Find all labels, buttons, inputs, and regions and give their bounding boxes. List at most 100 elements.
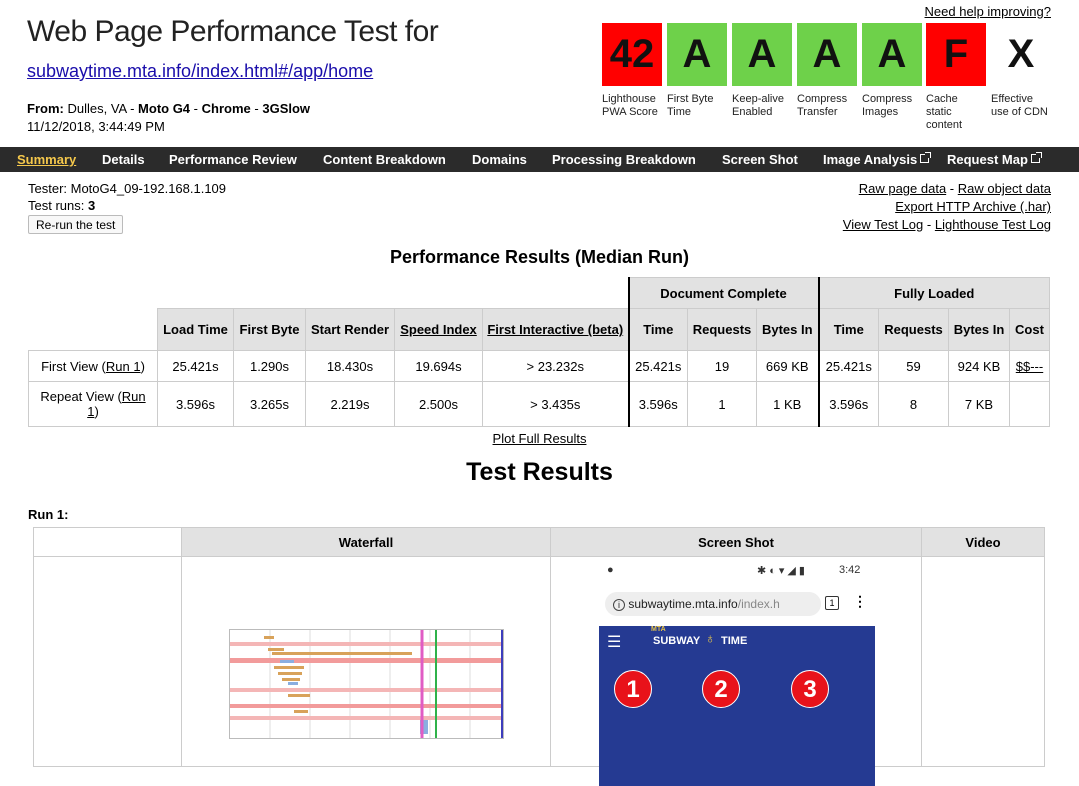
waterfall-thumbnail[interactable] (229, 629, 504, 739)
screenshot-thumbnail[interactable]: ● ✱◐▾◢▮ 3:42 i subwaytime.mta.info/index… (599, 558, 875, 786)
col-cost: Cost (1009, 308, 1050, 351)
tab-processing-breakdown[interactable]: Processing Breakdown (552, 147, 696, 172)
plot-full-results-link[interactable]: Plot Full Results (493, 431, 587, 446)
line-2-button: 2 (702, 670, 740, 708)
first-interactive-link[interactable]: First Interactive (beta) (487, 322, 623, 337)
tab-request-map-wrap[interactable]: Request Map (947, 147, 1042, 172)
performance-results-heading: Performance Results (Median Run) (389, 247, 690, 267)
col-load-time: Load Time (157, 308, 234, 351)
cell-full-requests: 59 (878, 350, 949, 382)
grade-box: X (991, 23, 1051, 86)
tab-request-map[interactable]: Request Map (947, 152, 1028, 167)
tab-summary[interactable]: Summary (17, 147, 76, 172)
grade-compress-images[interactable]: A Compress Images (862, 23, 922, 119)
tested-url-link[interactable]: subwaytime.mta.info/index.html#/app/home (27, 61, 373, 82)
run-number-column (33, 527, 182, 767)
phone-url-main: subwaytime.mta.info (628, 597, 738, 611)
grade-box: 42 (602, 23, 662, 86)
col-doc-bytes: Bytes In (756, 308, 819, 351)
performance-results-table: Document Complete Fully Loaded Load Time… (28, 277, 1050, 427)
cell-load-time: 3.596s (157, 381, 234, 427)
mta-app-screen: ☰ MTA SUBWAY ♁ TIME 1 2 3 (599, 626, 875, 786)
raw-page-data-link[interactable]: Raw page data (859, 181, 946, 196)
cell-first-byte: 1.290s (233, 350, 306, 382)
cell-doc-time: 3.596s (627, 381, 688, 427)
screenshot-column: Screen Shot ● ✱◐▾◢▮ 3:42 i subwaytime.mt… (550, 527, 922, 786)
grade-lighthouse[interactable]: 42 Lighthouse PWA Score (602, 23, 662, 119)
tab-image-analysis-wrap[interactable]: Image Analysis (823, 147, 932, 172)
test-results-heading: Test Results (466, 458, 613, 486)
cell-cost[interactable]: $$--- (1009, 350, 1050, 382)
cell-first-interactive: > 23.232s (482, 350, 629, 382)
grade-keep-alive[interactable]: A Keep-alive Enabled (732, 23, 792, 119)
grade-label: Keep-alive Enabled (732, 93, 784, 118)
grade-box: F (926, 23, 986, 86)
cell-doc-bytes: 669 KB (756, 350, 819, 382)
cell-doc-requests: 19 (687, 350, 757, 382)
grade-label: Compress Images (862, 93, 913, 118)
tab-details[interactable]: Details (102, 147, 145, 172)
hamburger-icon: ☰ (607, 634, 622, 651)
phone-status-bar: ● ✱◐▾◢▮ 3:42 (607, 564, 869, 582)
row-label-end: ) (94, 404, 99, 419)
cell-full-time: 25.421s (817, 350, 879, 382)
line-1-button: 1 (614, 670, 652, 708)
grade-label: First Byte Time (667, 93, 714, 118)
browser-name: Chrome (201, 101, 251, 116)
row-label: Repeat View (Run 1) (28, 381, 158, 427)
cell-start-render: 18.430s (305, 350, 395, 382)
grade-compress-transfer[interactable]: A Compress Transfer (797, 23, 857, 119)
cost-link[interactable]: $$--- (1016, 359, 1043, 374)
grade-label: Lighthouse PWA Score (602, 93, 658, 118)
cell-full-bytes: 924 KB (948, 350, 1010, 382)
cell-load-time: 25.421s (157, 350, 234, 382)
col-speed-index[interactable]: Speed Index (394, 308, 483, 351)
link-separator: - (926, 217, 932, 232)
tab-domains[interactable]: Domains (472, 147, 527, 172)
tab-performance-review[interactable]: Performance Review (169, 147, 297, 172)
page-title: Web Page Performance Test for (27, 15, 439, 48)
col-full-bytes: Bytes In (948, 308, 1010, 351)
cell-full-requests: 8 (878, 381, 949, 427)
speed-index-link[interactable]: Speed Index (400, 322, 477, 337)
col-first-interactive[interactable]: First Interactive (beta) (482, 308, 629, 351)
lighthouse-log-link[interactable]: Lighthouse Test Log (935, 217, 1051, 232)
phone-time: 3:42 (839, 564, 861, 576)
status-icons: ✱◐▾◢▮ (757, 565, 808, 577)
grade-label: Effective use of CDN (991, 93, 1048, 118)
sep-2: - (254, 101, 259, 116)
col-screenshot: Screen Shot (551, 528, 921, 557)
cell-first-byte: 3.265s (233, 381, 306, 427)
app-brand-2: TIME (721, 635, 748, 647)
test-datetime: 11/12/2018, 3:44:49 PM (27, 119, 165, 134)
grade-cache-static[interactable]: F Cache static content (926, 23, 986, 132)
line-3-button: 3 (791, 670, 829, 708)
tester-name: Tester: MotoG4_09-192.168.1.109 (28, 181, 227, 196)
grade-cdn[interactable]: X Effective use of CDN (991, 23, 1051, 119)
data-links: Raw page data - Raw object data Export H… (843, 180, 1051, 234)
grade-label: Cache static content (926, 93, 963, 131)
device-name: Moto G4 (138, 101, 191, 116)
waterfall-column: Waterfall (181, 527, 551, 767)
row-label: First View (Run 1) (28, 350, 158, 382)
help-improving-link[interactable]: Need help improving? (925, 4, 1051, 19)
table-row-first-view: First View (Run 1) 25.421s 1.290s 18.430… (28, 350, 1050, 382)
tab-image-analysis[interactable]: Image Analysis (823, 152, 917, 167)
clock-icon: ♁ (705, 630, 716, 646)
from-location: Dulles, VA - (67, 101, 135, 116)
tab-count: 1 (825, 596, 839, 610)
rerun-test-button[interactable]: Re-run the test (28, 215, 124, 234)
tab-content-breakdown[interactable]: Content Breakdown (323, 147, 446, 172)
row-label-end: ) (140, 358, 145, 374)
export-har-link[interactable]: Export HTTP Archive (.har) (895, 199, 1051, 214)
col-waterfall: Waterfall (182, 528, 550, 557)
grade-first-byte[interactable]: A First Byte Time (667, 23, 727, 119)
view-test-log-link[interactable]: View Test Log (843, 217, 923, 232)
test-runs-label: Test runs: (28, 198, 85, 213)
table-row-repeat-view: Repeat View (Run 1) 3.596s 3.265s 2.219s… (28, 381, 1050, 427)
run-1-link[interactable]: Run 1 (106, 359, 141, 374)
cell-first-interactive: > 3.435s (482, 381, 629, 427)
raw-object-data-link[interactable]: Raw object data (958, 181, 1051, 196)
tab-screen-shot[interactable]: Screen Shot (722, 147, 798, 172)
row-label-text: Repeat View ( (40, 389, 122, 404)
